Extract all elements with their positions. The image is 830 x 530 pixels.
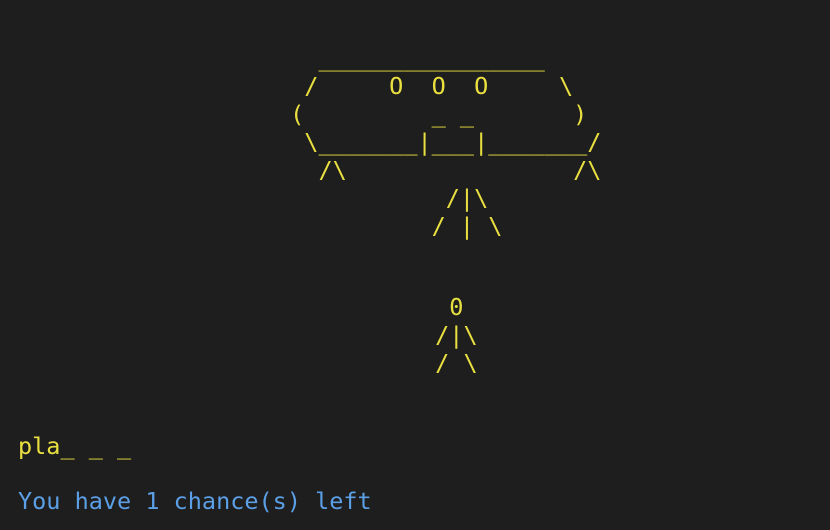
- chances-remaining-text: You have 1 chance(s) left: [18, 487, 372, 515]
- terminal-window: ________________ / O O O \ ( _ _ ) \____…: [0, 0, 830, 530]
- word-progress: pla_ _ _: [18, 432, 132, 460]
- person-ascii-art: 0 /|\ / \: [435, 293, 478, 377]
- ufo-ascii-art: ________________ / O O O \ ( _ _ ) \____…: [290, 44, 602, 240]
